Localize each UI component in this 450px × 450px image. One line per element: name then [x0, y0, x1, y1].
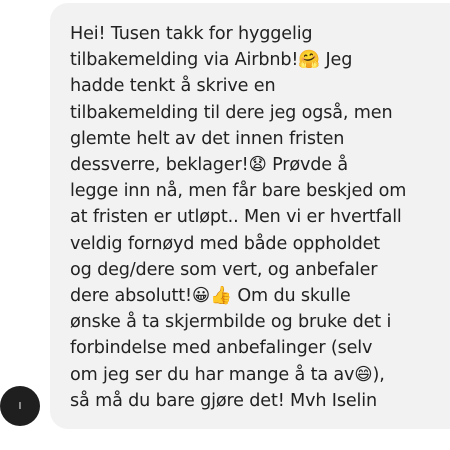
received-message-bubble[interactable]: Hei! Tusen takk for hyggelig tilbakemeld…: [50, 3, 450, 429]
message-line: og deg/dere som vert, og anbefaler: [70, 259, 378, 280]
message-line: forbindelse med anbefalinger (selv: [70, 338, 373, 359]
message-text: Hei! Tusen takk for hyggelig tilbakemeld…: [70, 21, 440, 414]
message-line: om jeg ser du har mange å ta av😄),: [70, 364, 385, 385]
message-line: tilbakemelding til dere jeg også, men: [70, 102, 393, 123]
message-line: legge inn nå, men får bare beskjed om: [70, 181, 407, 202]
message-line: glemte helt av det innen fristen: [70, 128, 345, 149]
message-line: så må du bare gjøre det! Mvh Iselin: [70, 390, 377, 411]
message-line: dessverre, beklager!😧 Prøvde å: [70, 155, 348, 176]
message-line: at fristen er utløpt.. Men vi er hvertfa…: [70, 207, 402, 228]
avatar-initial: I: [18, 400, 22, 412]
message-line: hadde tenkt å skrive en: [70, 76, 276, 97]
sender-avatar[interactable]: I: [0, 386, 40, 426]
message-line: veldig fornøyd med både oppholdet: [70, 233, 381, 254]
message-line: dere absolutt!😀👍 Om du skulle: [70, 286, 351, 307]
message-line: Hei! Tusen takk for hyggelig: [70, 24, 313, 44]
message-line: ønske å ta skjermbilde og bruke det i: [70, 312, 392, 333]
message-line: tilbakemelding via Airbnb!🤗 Jeg: [70, 50, 353, 71]
chat-screen: I Hei! Tusen takk for hyggelig tilbakeme…: [0, 0, 450, 450]
